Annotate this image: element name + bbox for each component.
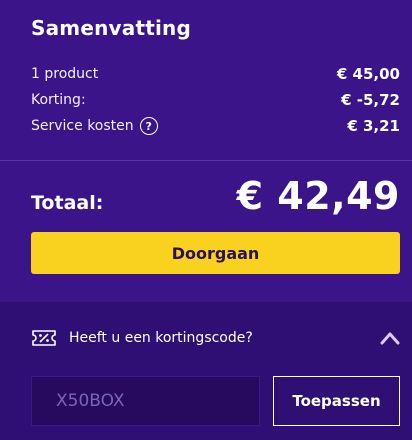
summary-row-service-costs: Service kosten ? € 3,21: [31, 116, 400, 136]
discount-label: Korting:: [31, 92, 86, 108]
service-costs-label-group: Service kosten ?: [31, 117, 158, 135]
continue-button[interactable]: Doorgaan: [31, 232, 400, 274]
summary-divider: [0, 160, 412, 161]
chevron-up-icon[interactable]: [380, 331, 400, 345]
service-costs-value: € 3,21: [347, 117, 400, 135]
summary-title: Samenvatting: [31, 16, 192, 40]
total-label: Totaal:: [31, 192, 104, 214]
summary-row-products: 1 product € 45,00: [31, 64, 400, 84]
total-value: € 42,49: [236, 174, 400, 218]
order-summary-panel: Samenvatting 1 product € 45,00 Korting: …: [0, 0, 412, 300]
summary-row-discount: Korting: € -5,72: [31, 90, 400, 110]
discount-ticket-icon: [32, 330, 56, 346]
discount-code-section: Heeft u een kortingscode? Toepassen: [0, 302, 412, 440]
discount-code-question: Heeft u een kortingscode?: [69, 330, 253, 346]
help-circle-icon[interactable]: ?: [139, 117, 158, 135]
apply-code-button[interactable]: Toepassen: [273, 376, 400, 426]
discount-code-toggle[interactable]: Heeft u een kortingscode?: [31, 326, 400, 350]
service-costs-label: Service kosten: [31, 118, 134, 134]
products-value: € 45,00: [336, 65, 400, 83]
discount-code-input[interactable]: [31, 376, 260, 426]
products-label: 1 product: [31, 66, 99, 82]
discount-value: € -5,72: [341, 91, 400, 109]
